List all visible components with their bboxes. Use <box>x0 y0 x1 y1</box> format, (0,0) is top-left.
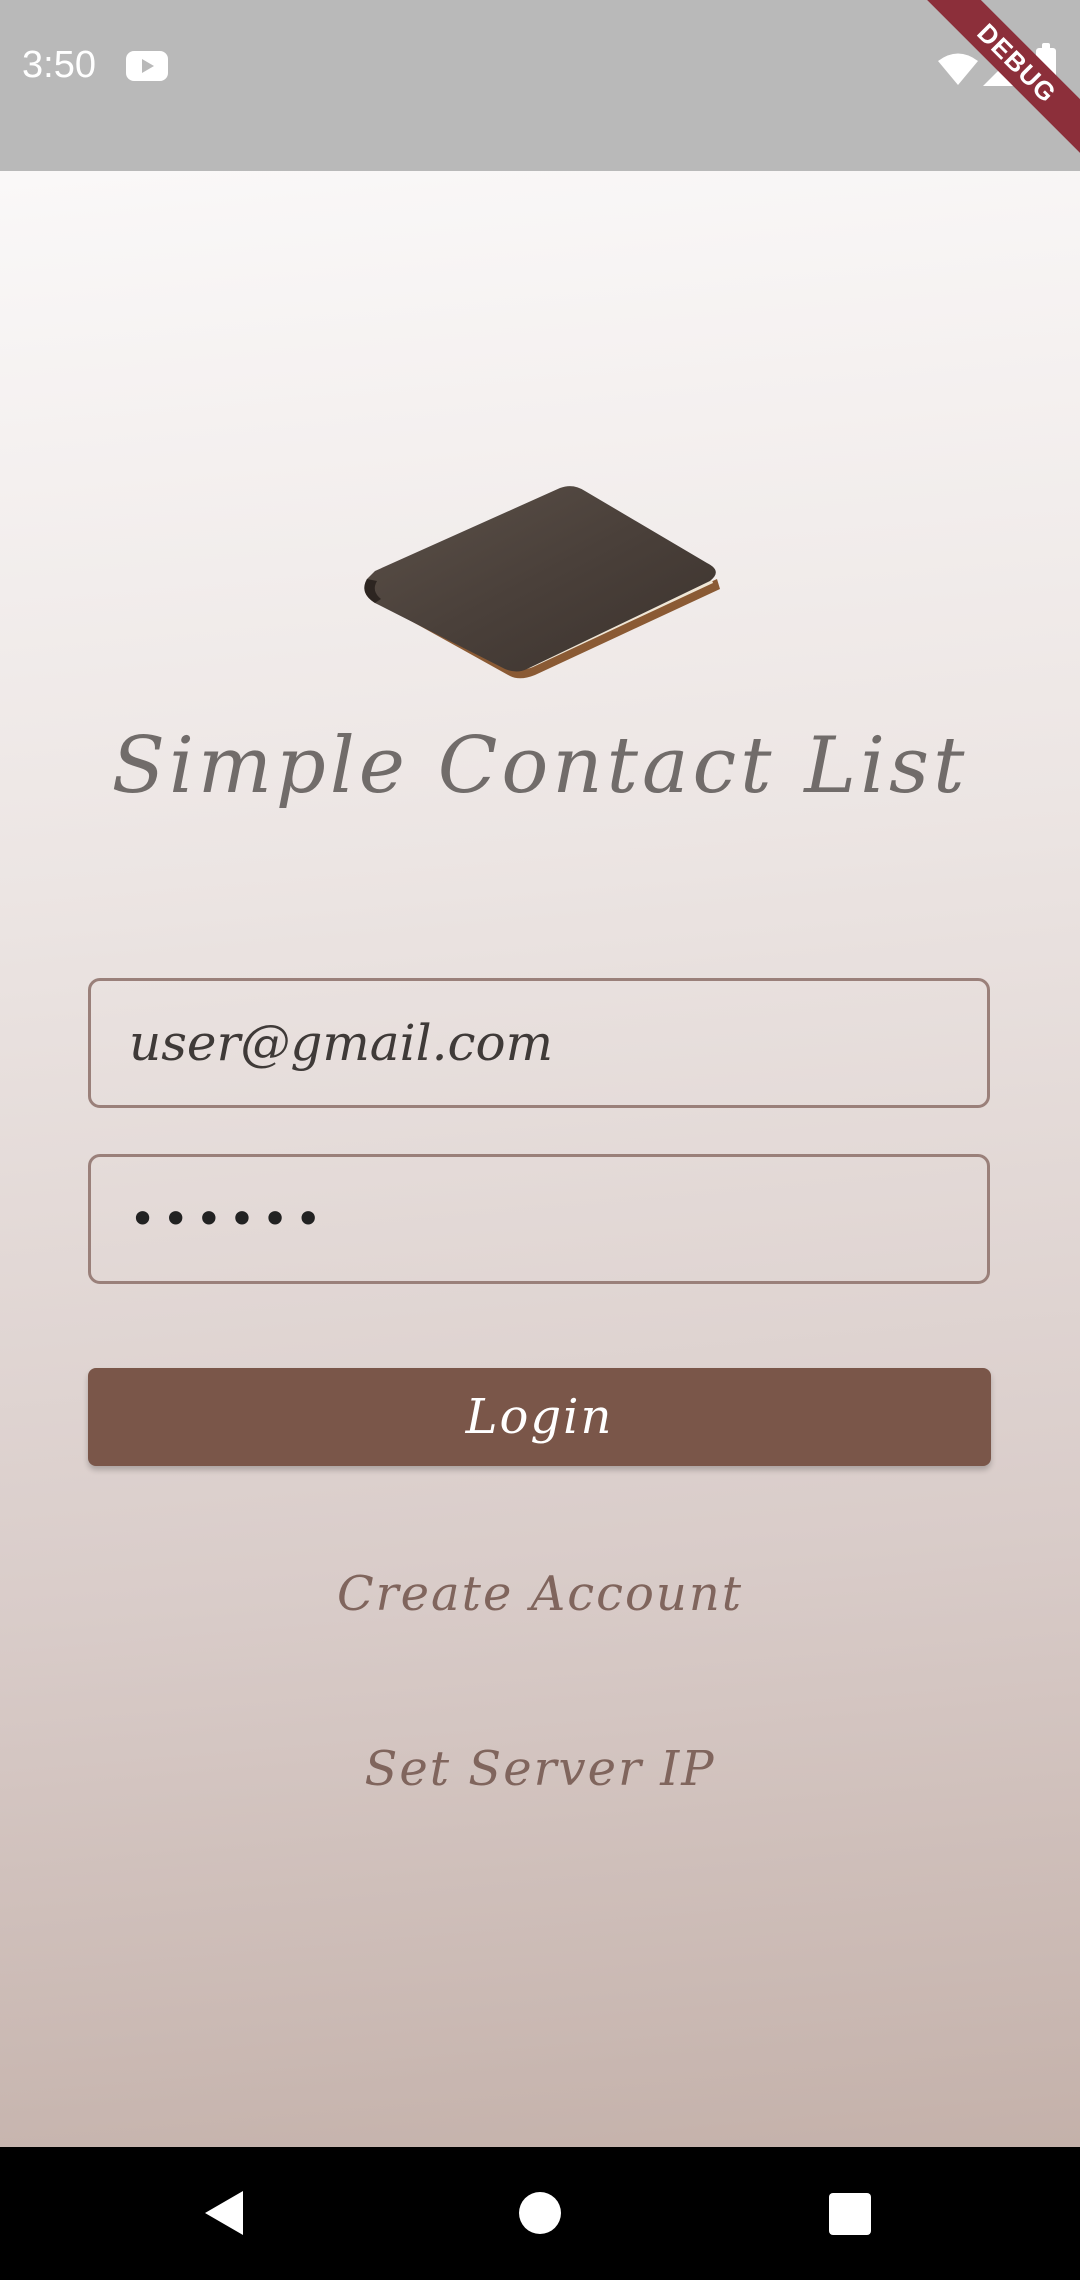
navigation-bar <box>0 2147 1080 2280</box>
email-input[interactable] <box>129 981 949 1105</box>
wifi-icon <box>938 53 978 85</box>
notebook-icon <box>364 486 720 679</box>
home-icon[interactable] <box>519 2192 561 2234</box>
back-icon[interactable] <box>205 2191 243 2235</box>
email-field[interactable] <box>88 978 990 1108</box>
login-screen: Simple Contact List Login Create Account… <box>0 171 1080 2147</box>
create-account-link[interactable]: Create Account <box>0 1566 1080 1622</box>
login-button[interactable]: Login <box>88 1368 991 1466</box>
youtube-icon <box>126 51 168 81</box>
app-title: Simple Contact List <box>111 721 969 811</box>
password-field[interactable] <box>88 1154 990 1284</box>
status-bar: 3:50 DEBUG <box>0 0 1080 171</box>
status-time: 3:50 <box>22 44 96 86</box>
recents-icon[interactable] <box>829 2193 871 2235</box>
set-server-ip-link[interactable]: Set Server IP <box>0 1741 1080 1797</box>
password-input[interactable] <box>129 1157 949 1281</box>
